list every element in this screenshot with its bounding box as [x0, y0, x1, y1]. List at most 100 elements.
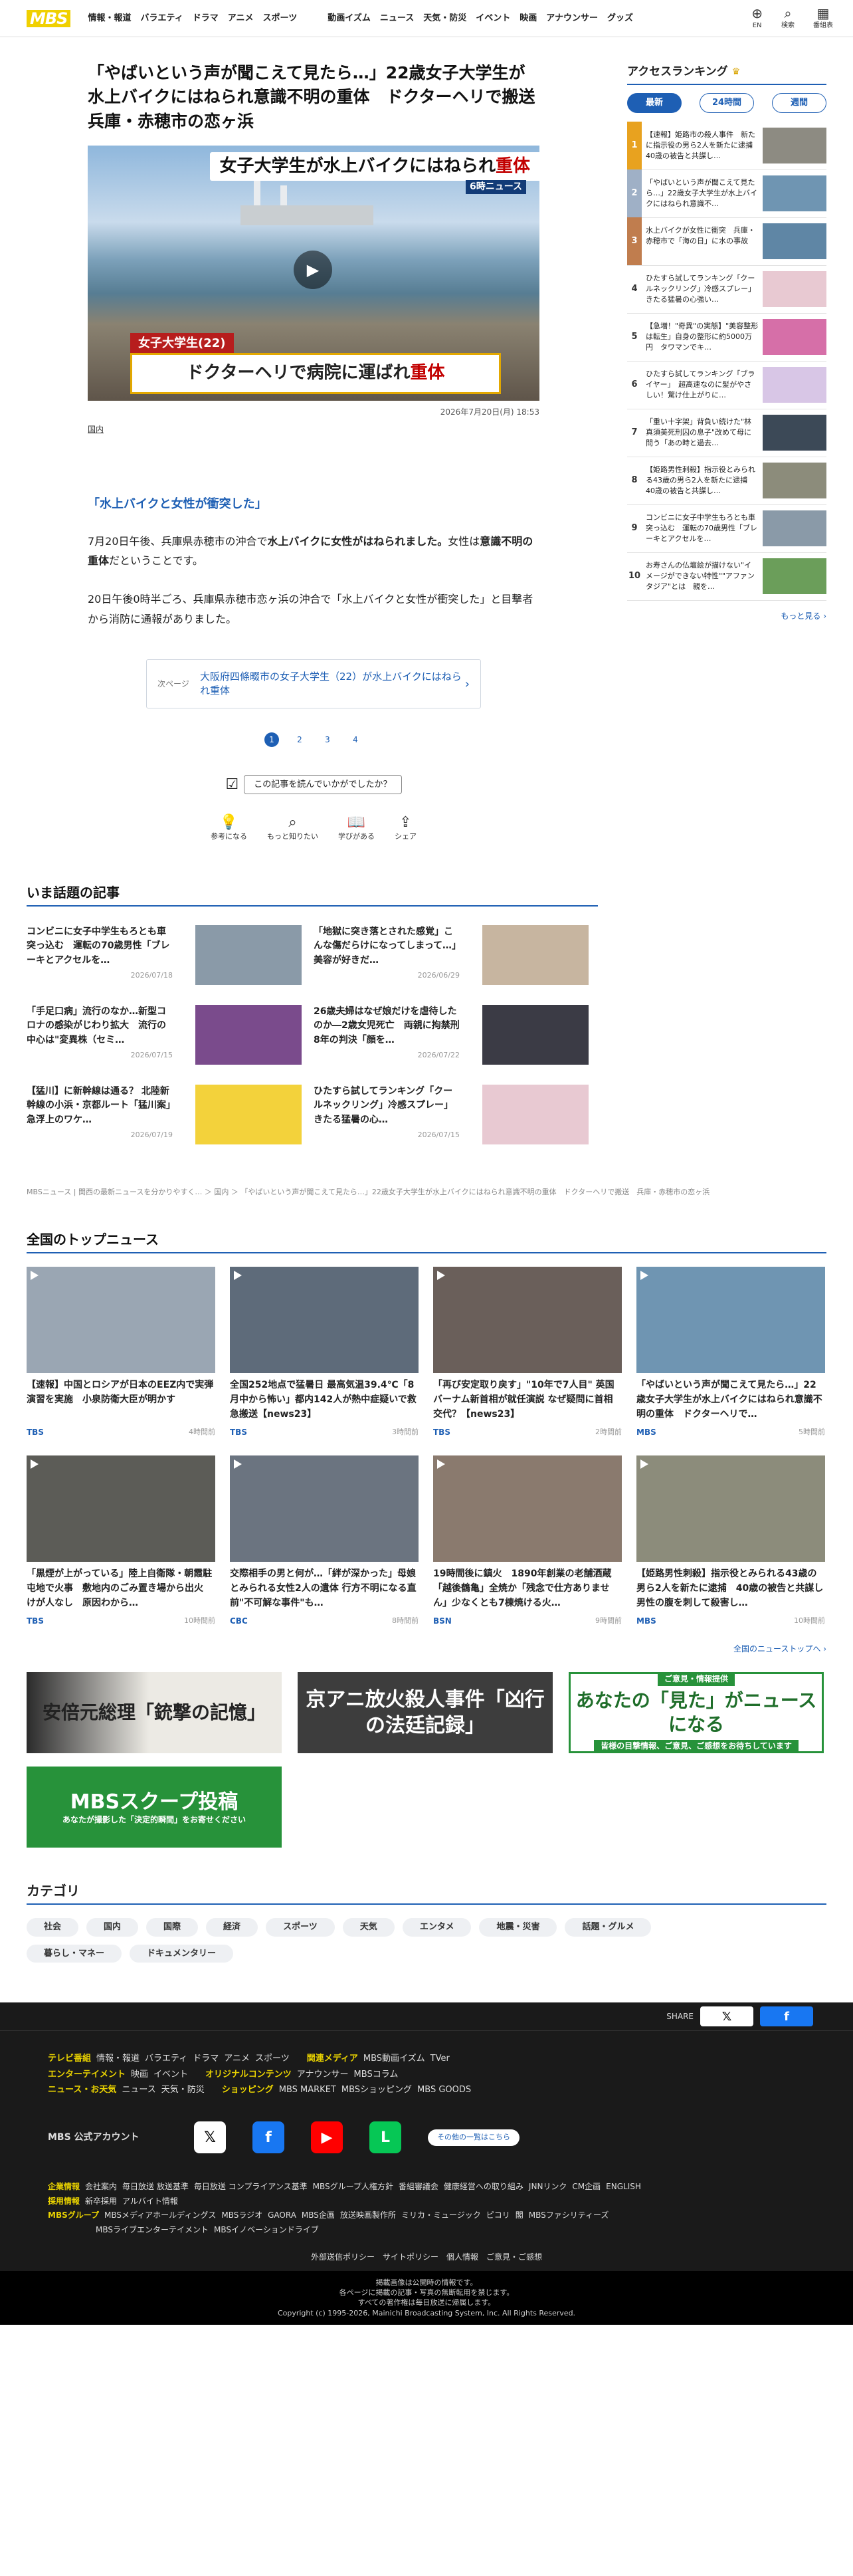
category-chip[interactable]: 国際 [146, 1918, 199, 1937]
facebook-share-button[interactable]: f [760, 2006, 813, 2027]
footer-bottom-link[interactable]: 外部送信ポリシー [311, 2252, 375, 2262]
trending-item[interactable]: コンビニに女子中学生もろとも車突っ込む 運転の70歳男性「ブレーキとアクセルを…… [27, 924, 302, 985]
trending-item[interactable]: 「地獄に突き落とされた感覚」こんな傷だらけになってしまって…」美容が好きだ… 20… [314, 924, 589, 985]
topnews-item[interactable]: 「やばいという声が聞こえて見たら…」22歳女子大学生が水上バイクにはねられ意識不… [636, 1267, 825, 1438]
reaction-more[interactable]: ⌕ もっと知りたい [267, 811, 318, 843]
tab-latest[interactable]: 最新 [627, 92, 682, 113]
category-chip[interactable]: 暮らし・マネー [27, 1944, 122, 1963]
banner-scoop[interactable]: MBSスクープ投稿 あなたが撮影した「決定的瞬間」をお寄せください [27, 1767, 282, 1848]
reaction-helpful[interactable]: 💡 参考になる [211, 811, 247, 843]
footer-nav-link[interactable]: MBSショッピング [341, 2085, 412, 2095]
footer-link[interactable]: ミリカ・ミュージック [401, 2210, 481, 2220]
footer-link[interactable]: MBSイノベーションドライブ [214, 2225, 319, 2234]
footer-link[interactable]: MBSファシリティーズ [529, 2210, 609, 2220]
nav-item[interactable]: 動画イズム [328, 12, 371, 25]
footer-nav-link[interactable]: イベント [153, 2070, 188, 2080]
nav-item[interactable]: アナウンサー [546, 12, 598, 25]
mbs-logo[interactable]: MBS [27, 9, 71, 27]
search-button[interactable]: ⌕ 検索 [781, 6, 795, 31]
footer-link[interactable]: 毎日放送 コンプライアンス基準 [194, 2182, 308, 2191]
page-4[interactable]: 4 [348, 732, 363, 747]
tab-24h[interactable]: 24時間 [700, 92, 754, 113]
page-3[interactable]: 3 [320, 732, 335, 747]
ranking-item[interactable]: 3 水上バイクが女性に衝突 兵庫・赤穂市で「海の日」に水の事故 [627, 217, 826, 266]
footer-link[interactable]: 番組審議会 [399, 2182, 438, 2191]
topnews-item[interactable]: 全国252地点で猛暑日 最高気温39.4℃「8月中から怖い」都内142人が熱中症… [230, 1267, 419, 1438]
footer-link[interactable]: 新卒採用 [85, 2197, 117, 2206]
footer-link[interactable]: MBSライブエンターテイメント [96, 2225, 209, 2234]
footer-nav-link[interactable]: MBS動画イズム [363, 2054, 425, 2064]
nav-item[interactable]: グッズ [607, 12, 633, 25]
topnews-item[interactable]: 交際相手の男と何が…「絆が深かった」母娘とみられる女性2人の遺体 行方不明になる… [230, 1455, 419, 1627]
ranking-item[interactable]: 4 ひたすら試してランキング「クールネックリング」冷感スプレー」きたる猛暑の心強い… [627, 266, 826, 314]
trending-item[interactable]: 26歳夫婦はなぜ娘だけを虐待したのか―2歳女児死亡 両親に拘禁刑8年の判決「顔を… [314, 1004, 589, 1065]
x-icon[interactable]: 𝕏 [194, 2121, 226, 2154]
footer-nav-link[interactable]: スポーツ [255, 2054, 290, 2064]
ranking-item[interactable]: 2 「やばいという声が聞こえて見たら…」22歳女子大学生が水上バイクにはねられ意識… [627, 169, 826, 218]
category-chip[interactable]: 地震・災害 [479, 1918, 557, 1937]
play-icon[interactable]: ▶ [294, 250, 332, 289]
trending-item[interactable]: 【猛川】に新幹線は通る？ 北陸新幹線の小浜・京都ルート「猛川案」急浮上のワケ… 2… [27, 1084, 302, 1144]
banner-kyoani[interactable]: 京アニ放火殺人事件「凶行の法廷記録」 [298, 1672, 553, 1754]
footer-bottom-link[interactable]: 個人情報 [446, 2252, 478, 2262]
footer-nav-link[interactable]: アナウンサー [297, 2070, 349, 2080]
nav-item[interactable]: ドラマ [193, 12, 219, 25]
footer-link[interactable]: MBSメディアホールディングス [104, 2210, 216, 2220]
ranking-item[interactable]: 5 【急増！"奇異"の実態】"美容整形は転生」自身の整形に約5000万円 タワマン… [627, 314, 826, 362]
share-button[interactable]: ⇪ シェア [395, 811, 417, 843]
category-chip[interactable]: 社会 [27, 1918, 79, 1937]
banner-abe[interactable]: 安倍元総理「銃撃の記憶」 [27, 1672, 282, 1754]
category-chip[interactable]: 話題・グルメ [565, 1918, 652, 1937]
article-category[interactable]: 国内 [88, 423, 539, 435]
category-chip[interactable]: 国内 [86, 1918, 139, 1937]
x-share-button[interactable]: 𝕏 [700, 2006, 753, 2027]
facebook-icon[interactable]: f [252, 2121, 284, 2154]
footer-link[interactable]: ピコリ [486, 2210, 510, 2220]
trending-item[interactable]: ひたすら試してランキング「クールネックリング」冷感スプレー」きたる猛暑の心… 20… [314, 1084, 589, 1144]
nav-item[interactable]: バラエティ [140, 12, 183, 25]
ranking-item[interactable]: 1 【速報】姫路市の殺人事件 新たに指示役の男ら2人を新たに逮捕 40歳の被告と共… [627, 122, 826, 170]
footer-link[interactable]: CM企画 [572, 2182, 601, 2191]
footer-link[interactable]: MBSラジオ [221, 2210, 262, 2220]
banner-tips[interactable]: ご意見・情報提供 あなたの「見た」がニュースになる 皆様の目撃情報、ご意見、ご感… [569, 1672, 824, 1754]
footer-bottom-link[interactable]: サイトポリシー [383, 2252, 438, 2262]
ranking-item[interactable]: 10 お寿さんの仏壇絵が描けない"イメージができない特性""アファンタジア"とは … [627, 553, 826, 601]
footer-link[interactable]: アルバイト情報 [122, 2197, 178, 2206]
topnews-item[interactable]: 「再び安定取り戻す」"10年で7人目" 英国バーナム新首相が就任演説 なぜ疑問に… [433, 1267, 622, 1438]
footer-link[interactable]: 会社案内 [85, 2182, 117, 2191]
reaction-learn[interactable]: 📖 学びがある [338, 811, 375, 843]
footer-link[interactable]: MBS企画 [302, 2210, 335, 2220]
footer-nav-link[interactable]: 天気・防災 [161, 2085, 205, 2095]
topnews-item[interactable]: 「黒煙が上がっている」陸上自衛隊・朝霞駐屯地で火事 敷地内のごみ置き場から出火 … [27, 1455, 215, 1627]
nav-item[interactable]: スポーツ [262, 12, 297, 25]
language-button[interactable]: ⊕ EN [751, 6, 763, 31]
nav-item[interactable]: 映画 [520, 12, 537, 25]
footer-nav-link[interactable]: MBS MARKET [279, 2085, 336, 2095]
category-chip[interactable]: スポーツ [266, 1918, 335, 1937]
nav-item[interactable]: 天気・防災 [423, 12, 466, 25]
page-2[interactable]: 2 [292, 732, 307, 747]
footer-link[interactable]: 放送映画製作所 [340, 2210, 396, 2220]
footer-link[interactable]: 毎日放送 放送基準 [122, 2182, 189, 2191]
other-accounts-link[interactable]: その他の一覧はこちら [428, 2129, 520, 2146]
footer-nav-link[interactable]: ドラマ [193, 2054, 219, 2064]
category-chip[interactable]: 天気 [342, 1918, 395, 1937]
ranking-more-link[interactable]: もっと見る › [627, 610, 826, 622]
next-page-link[interactable]: 次ページ 大阪府四條畷市の女子大学生（22）が水上バイクにはねられ重体 › [146, 659, 481, 709]
youtube-icon[interactable]: ▶ [311, 2121, 343, 2154]
nav-item[interactable]: アニメ [228, 12, 254, 25]
video-player[interactable]: 女子大学生が水上バイクにはねられ重体 6時ニュース ▶ 女子大学生(22) ドク… [88, 145, 539, 401]
footer-nav-link[interactable]: アニメ [224, 2054, 250, 2064]
ranking-item[interactable]: 9 コンビニに女子中学生もろとも車突っ込む 運転の70歳男性「ブレーキとアクセルを… [627, 505, 826, 553]
nav-item[interactable]: イベント [476, 12, 510, 25]
nav-item[interactable]: 情報・報道 [88, 12, 131, 25]
footer-link[interactable]: JNNリンク [529, 2182, 567, 2191]
footer-link[interactable]: 健康経営への取り組み [444, 2182, 523, 2191]
footer-nav-link[interactable]: 映画 [131, 2070, 148, 2080]
line-icon[interactable]: L [369, 2121, 401, 2154]
topnews-more-link[interactable]: 全国のニューストップへ › [27, 1643, 826, 1655]
footer-nav-link[interactable]: バラエティ [145, 2054, 187, 2064]
category-chip[interactable]: エンタメ [402, 1918, 472, 1937]
nav-item[interactable]: ニュース [380, 12, 414, 25]
footer-link[interactable]: 閣 [516, 2210, 523, 2220]
